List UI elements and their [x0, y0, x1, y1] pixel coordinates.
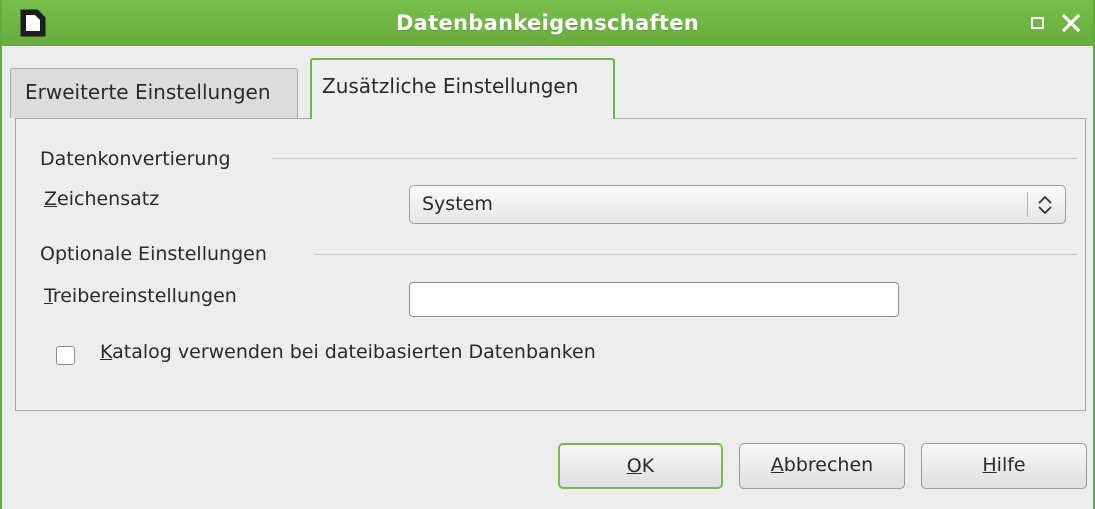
tab-bar: Erweiterte Einstellungen Zusätzliche Ein…	[10, 52, 1087, 119]
section-separator	[314, 254, 1077, 255]
use-catalog-label-mnemonic: K	[100, 341, 113, 363]
help-button-text: ilfe	[996, 454, 1026, 476]
tab-panel: Datenkonvertierung Zeichensatz System Op…	[15, 118, 1086, 411]
tab-additional-settings[interactable]: Zusätzliche Einstellungen	[310, 58, 615, 119]
tab-advanced-settings[interactable]: Erweiterte Einstellungen	[10, 68, 298, 118]
maximize-icon[interactable]	[1031, 17, 1044, 29]
ok-button-text: K	[641, 455, 655, 477]
help-button-mnemonic: H	[982, 454, 997, 476]
cancel-button-mnemonic: A	[770, 454, 784, 476]
driver-settings-label: Treibereinstellungen	[44, 285, 237, 307]
section-optional-settings: Optionale Einstellungen	[40, 243, 267, 265]
charset-select[interactable]: System	[409, 185, 1066, 224]
close-icon[interactable]	[1060, 12, 1082, 34]
section-data-conversion: Datenkonvertierung	[40, 148, 231, 170]
use-catalog-label[interactable]: Katalog verwenden bei dateibasierten Dat…	[100, 341, 596, 363]
section-separator	[272, 158, 1077, 159]
driver-settings-label-text: reibereinstellungen	[52, 285, 237, 307]
charset-label: Zeichensatz	[44, 188, 159, 210]
use-catalog-label-text: atalog verwenden bei dateibasierten Date…	[112, 341, 596, 363]
driver-settings-label-mnemonic: T	[44, 285, 53, 307]
cancel-button-text: bbrechen	[783, 454, 874, 476]
updown-chevron-icon	[1036, 193, 1054, 217]
dialog-window: Datenbankeigenschaften Erweiterte Einste…	[0, 0, 1095, 509]
combo-divider	[1027, 192, 1028, 217]
ok-button-mnemonic: O	[626, 455, 642, 477]
charset-select-value: System	[422, 193, 493, 215]
use-catalog-checkbox[interactable]	[56, 346, 75, 365]
help-button[interactable]: Hilfe	[921, 443, 1087, 489]
ok-button[interactable]: OK	[558, 443, 723, 489]
driver-settings-input[interactable]	[409, 282, 899, 317]
cancel-button[interactable]: Abbrechen	[739, 443, 905, 489]
charset-label-mnemonic: Z	[44, 188, 58, 210]
window-title: Datenbankeigenschaften	[395, 11, 700, 35]
charset-label-text: eichensatz	[57, 188, 160, 210]
title-bar[interactable]: Datenbankeigenschaften	[2, 0, 1093, 46]
